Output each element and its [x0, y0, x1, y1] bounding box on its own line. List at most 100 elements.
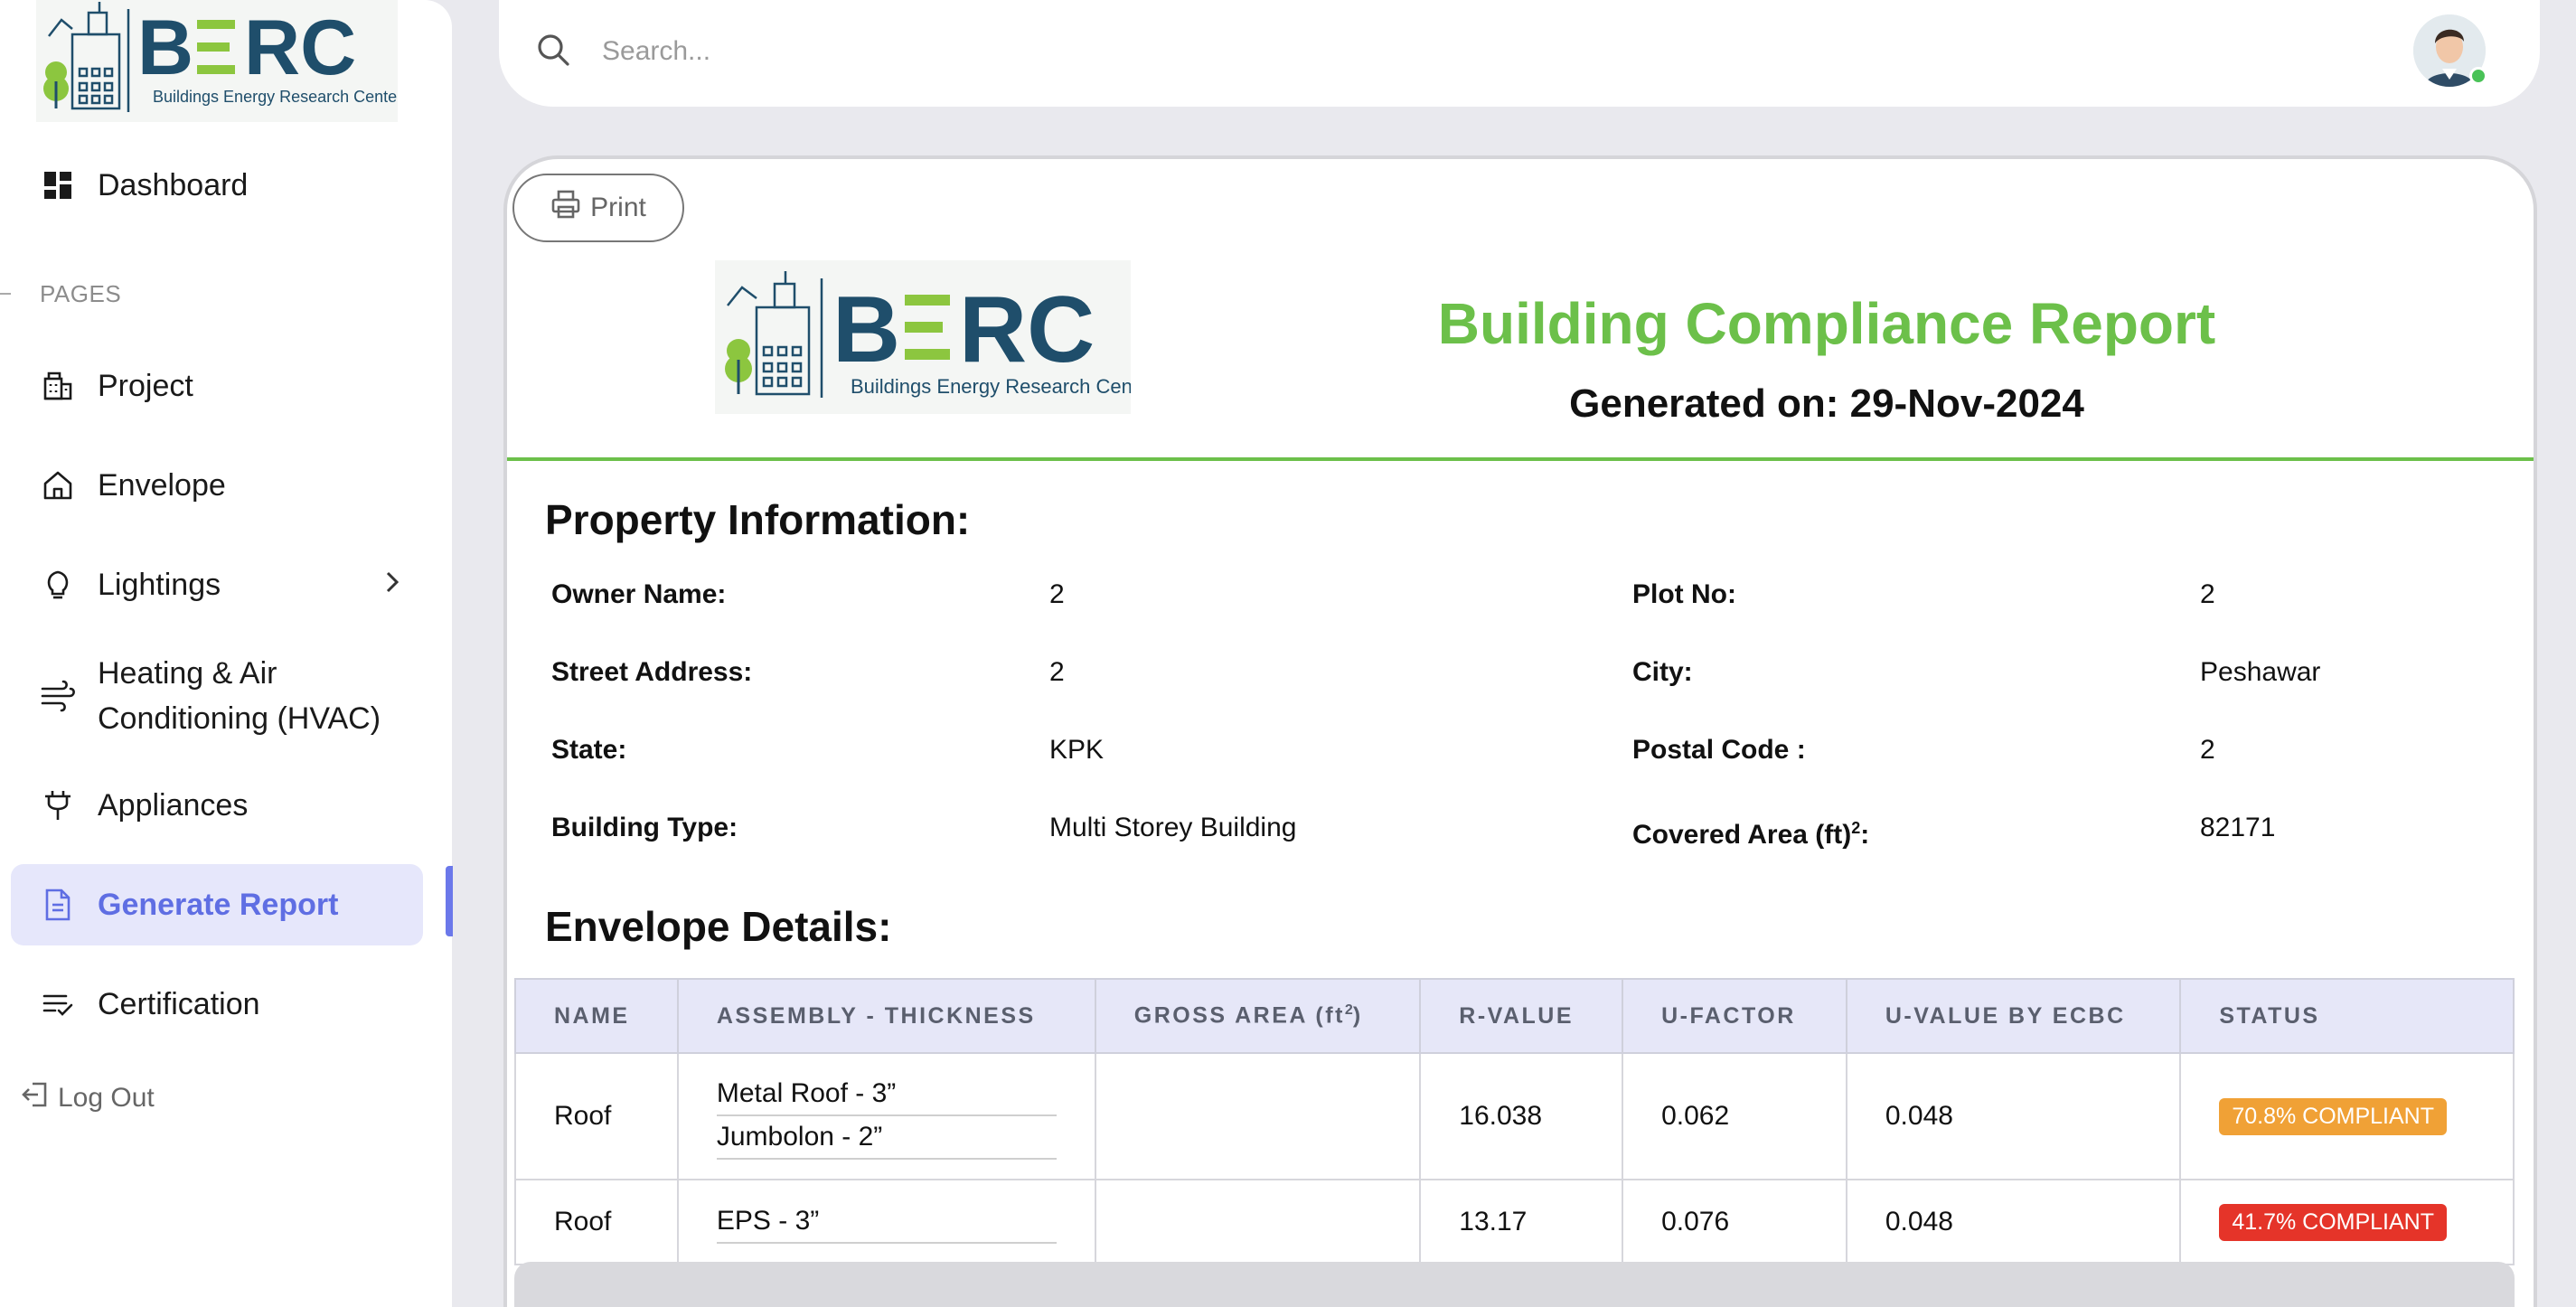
cell-status: 41.7% COMPLIANT	[2179, 1179, 2515, 1265]
report-card: Print B RC Buildings Energy Research Cen…	[503, 155, 2537, 1307]
postal-code-value: 2	[2200, 735, 2215, 765]
nav-generate-report-label: Generate Report	[98, 888, 339, 922]
nav-lightings-label: Lightings	[98, 568, 221, 602]
plot-no-value: 2	[2200, 579, 2215, 609]
cell-name: Roof	[514, 1052, 679, 1180]
street-address-value: 2	[1049, 657, 1065, 687]
envelope-table: NAME ASSEMBLY - THICKNESS GROSS AREA (ft…	[514, 978, 2515, 1265]
logout-link[interactable]: Log Out	[20, 1080, 155, 1116]
nav-appliances-label: Appliances	[98, 788, 249, 823]
report-generated-date: Generated on: 29-Nov-2024	[1569, 381, 2084, 426]
top-bar	[499, 0, 2540, 107]
report-title: Building Compliance Report	[1437, 291, 2216, 356]
cell-u-factor: 0.062	[1622, 1052, 1847, 1180]
cell-r-value: 13.17	[1419, 1179, 1624, 1265]
plot-no-label: Plot No:	[1632, 579, 1736, 609]
pages-section-label: PAGES	[40, 280, 122, 307]
col-header-gross-area: GROSS AREA (ft2)	[1094, 978, 1422, 1054]
covered-area-value: 82171	[2200, 813, 2276, 842]
covered-area-label: Covered Area (ft)2:	[1632, 819, 1870, 850]
assembly-layer: Metal Roof - 3”	[716, 1073, 1057, 1116]
online-status-dot	[2469, 67, 2487, 85]
logout-icon	[20, 1080, 49, 1116]
svg-text:B: B	[832, 277, 900, 382]
cell-name: Roof	[514, 1179, 679, 1265]
svg-text:B: B	[137, 5, 193, 91]
state-label: State:	[551, 735, 627, 765]
postal-code-label: Postal Code :	[1632, 735, 1806, 765]
table-row: Roof Metal Roof - 3” Jumbolon - 2” 16.03…	[514, 1052, 2515, 1180]
svg-text:RC: RC	[244, 5, 356, 91]
building-icon	[40, 368, 76, 404]
building-type-value: Multi Storey Building	[1049, 813, 1297, 842]
building-type-label: Building Type:	[551, 813, 738, 842]
search-icon	[535, 32, 571, 72]
nav-project-label: Project	[98, 369, 193, 403]
plug-icon	[40, 787, 76, 823]
wind-icon	[40, 678, 76, 714]
nav-envelope-label: Envelope	[98, 468, 226, 503]
assembly-layer: Jumbolon - 2”	[716, 1116, 1057, 1160]
state-value: KPK	[1049, 735, 1105, 765]
berc-logo[interactable]: B RC Buildings Energy Research Center	[36, 0, 402, 122]
city-label: City:	[1632, 657, 1693, 687]
svg-text:Buildings Energy Research Cent: Buildings Energy Research Center	[153, 88, 398, 106]
logout-label: Log Out	[58, 1083, 155, 1113]
divider	[0, 293, 11, 295]
nav-certification[interactable]: Certification	[11, 982, 423, 1027]
status-badge: 41.7% COMPLIANT	[2219, 1203, 2447, 1241]
print-button[interactable]: Print	[512, 174, 684, 242]
svg-text:RC: RC	[959, 277, 1095, 382]
cell-r-value: 16.038	[1419, 1052, 1624, 1180]
property-info-heading: Property Information:	[545, 496, 971, 543]
nav-lightings[interactable]: Lightings	[11, 562, 423, 607]
lightbulb-icon	[40, 567, 76, 603]
nav-project[interactable]: Project	[11, 363, 423, 409]
list-check-icon	[40, 986, 76, 1022]
svg-text:Buildings Energy Research Cent: Buildings Energy Research Center	[851, 375, 1131, 398]
nav-hvac-label-line1: Heating & Air	[98, 656, 277, 691]
search-input[interactable]	[602, 36, 1325, 67]
home-icon	[40, 467, 76, 503]
cell-gross-area	[1094, 1179, 1422, 1265]
cell-status: 70.8% COMPLIANT	[2179, 1052, 2515, 1180]
nav-appliances[interactable]: Appliances	[11, 783, 423, 828]
document-icon	[40, 887, 76, 923]
search-box[interactable]	[535, 23, 1412, 80]
berc-logo-graphic: B RC Buildings Energy Research Center	[43, 2, 402, 112]
nav-dashboard-label: Dashboard	[98, 168, 249, 202]
report-berc-logo: B RC Buildings Energy Research Center	[715, 260, 1156, 414]
nav-envelope[interactable]: Envelope	[11, 463, 423, 508]
col-header-r-value: R-VALUE	[1419, 978, 1624, 1054]
nav-dashboard[interactable]: Dashboard	[11, 163, 423, 208]
table-header-row: NAME ASSEMBLY - THICKNESS GROSS AREA (ft…	[514, 978, 2515, 1054]
col-header-name: NAME	[514, 978, 679, 1054]
printer-icon	[550, 189, 581, 227]
col-header-status: STATUS	[2179, 978, 2515, 1054]
col-header-u-value-ecbc: U-VALUE BY ECBC	[1845, 978, 2182, 1054]
print-label: Print	[590, 193, 646, 222]
envelope-details-heading: Envelope Details:	[545, 903, 892, 950]
owner-name-label: Owner Name:	[551, 579, 727, 609]
cell-u-value-ecbc: 0.048	[1845, 1052, 2182, 1180]
report-berc-logo-graphic: B RC Buildings Energy Research Center	[725, 271, 1156, 398]
status-badge: 70.8% COMPLIANT	[2219, 1097, 2447, 1135]
owner-name-value: 2	[1049, 579, 1065, 609]
cell-assembly: EPS - 3”	[676, 1179, 1096, 1265]
next-section-placeholder	[514, 1262, 2515, 1307]
nav-certification-label: Certification	[98, 987, 260, 1021]
city-value: Peshawar	[2200, 657, 2321, 687]
cell-u-factor: 0.076	[1622, 1179, 1847, 1265]
col-header-u-factor: U-FACTOR	[1622, 978, 1847, 1054]
active-indicator	[446, 866, 453, 936]
assembly-layer: EPS - 3”	[716, 1200, 1057, 1244]
col-header-assembly: ASSEMBLY - THICKNESS	[676, 978, 1096, 1054]
cell-u-value-ecbc: 0.048	[1845, 1179, 2182, 1265]
dashboard-icon	[40, 167, 76, 203]
nav-generate-report[interactable]: Generate Report	[11, 864, 423, 945]
table-row: Roof EPS - 3” 13.17 0.076 0.048 41.7% CO…	[514, 1179, 2515, 1265]
sidebar: B RC Buildings Energy Research Center Da…	[0, 0, 453, 1307]
nav-hvac-label-line2: Conditioning (HVAC)	[98, 701, 381, 736]
nav-hvac[interactable]: Heating & Air Conditioning (HVAC)	[11, 649, 423, 743]
cell-gross-area	[1094, 1052, 1422, 1180]
